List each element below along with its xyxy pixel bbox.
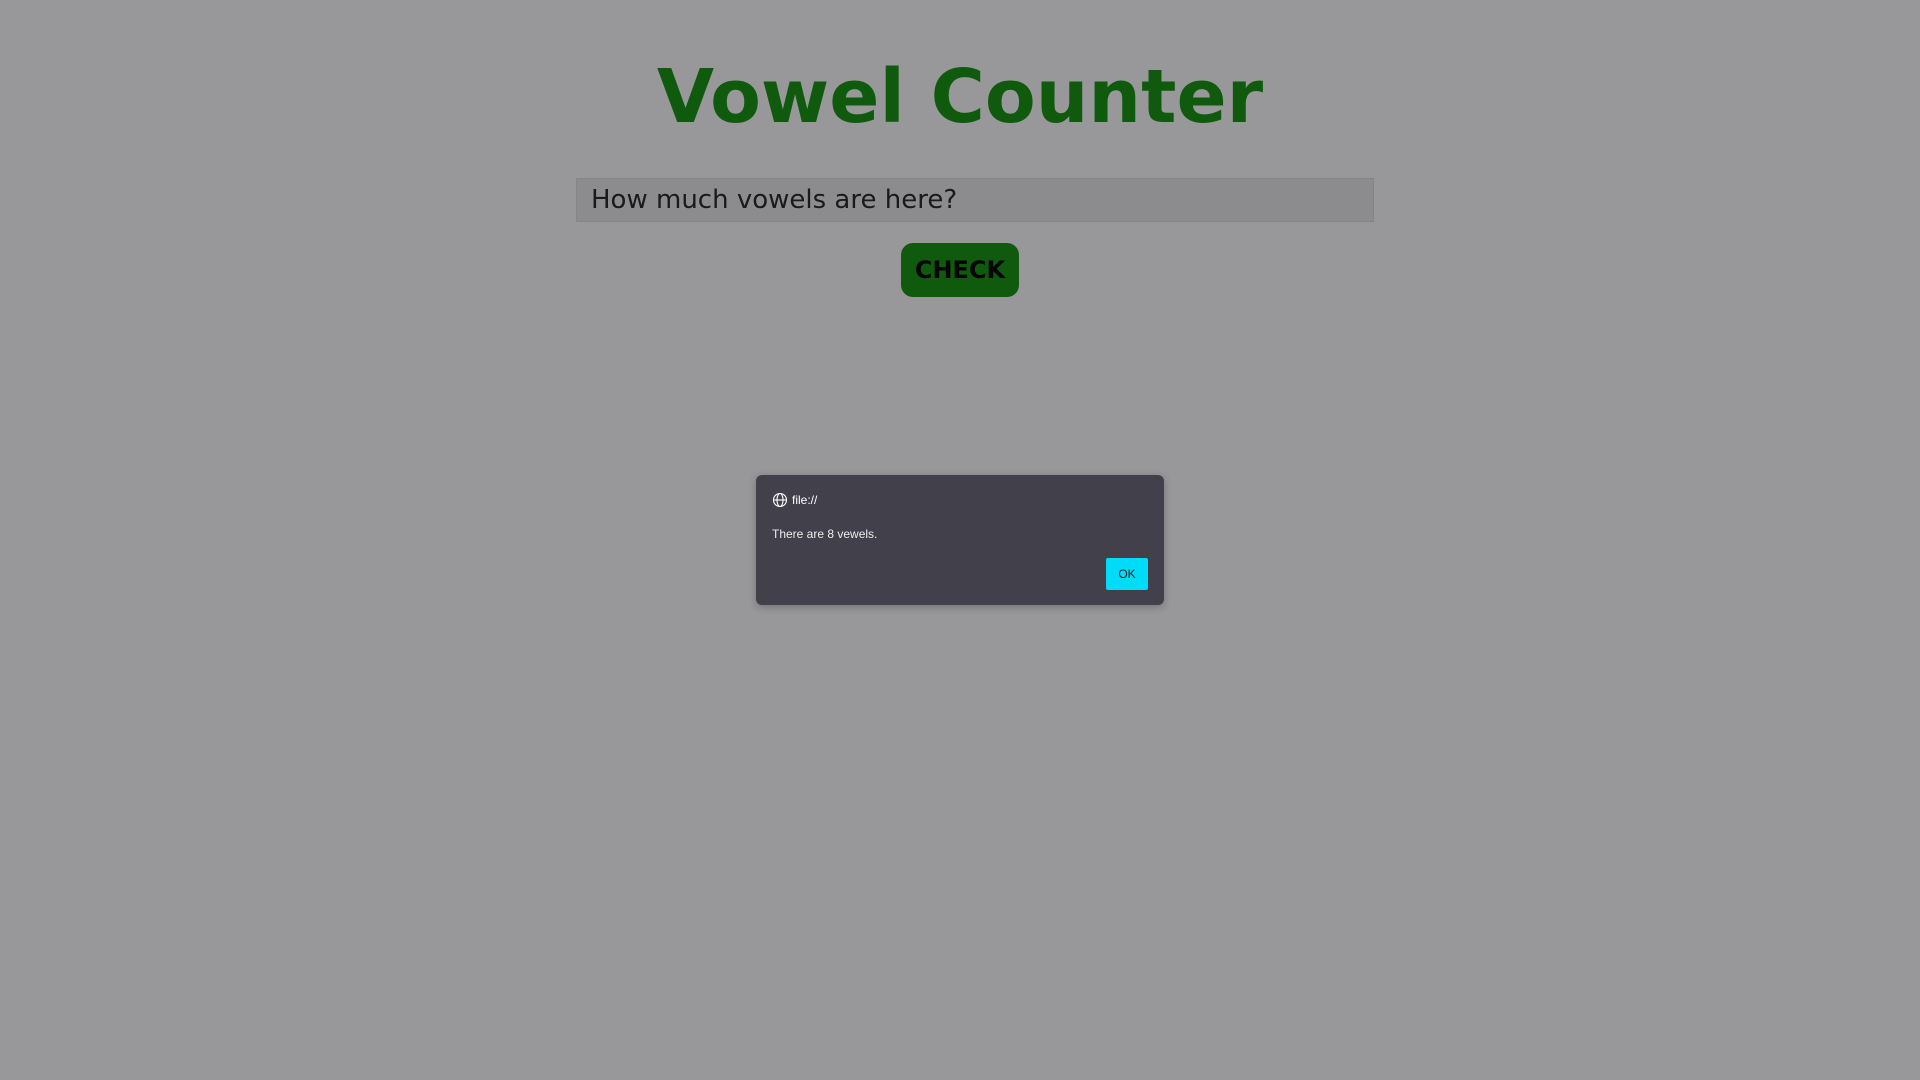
page: Vowel Counter CHECK file:// There are 8 … (0, 0, 1920, 1080)
alert-dialog: file:// There are 8 vewels. OK (756, 475, 1164, 605)
page-title: Vowel Counter (656, 54, 1264, 140)
text-input[interactable] (576, 178, 1374, 222)
ok-button[interactable]: OK (1106, 558, 1148, 590)
dialog-message: There are 8 vewels. (772, 527, 878, 541)
check-button[interactable]: CHECK (901, 243, 1019, 297)
globe-icon (772, 492, 788, 508)
dialog-origin: file:// (772, 491, 817, 509)
dialog-origin-text: file:// (792, 493, 818, 507)
